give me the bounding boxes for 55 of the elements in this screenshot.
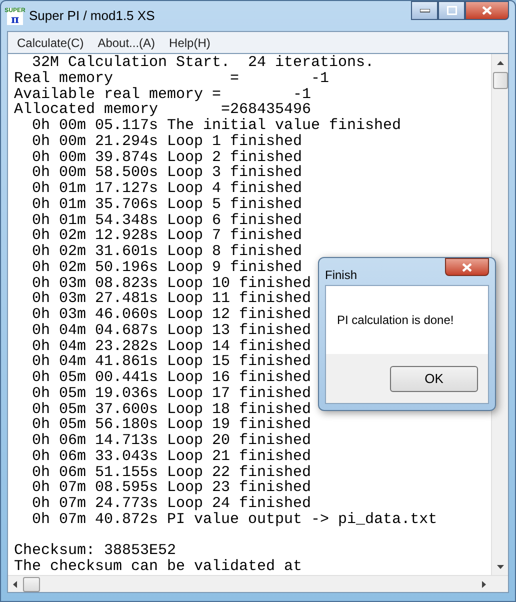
log-line: 32M Calculation Start. 24 iterations. (31, 55, 374, 71)
log-line: 0h 03m 08.823s Loop 10 finished (31, 276, 312, 292)
log-line: 0h 03m 46.060s Loop 12 finished (31, 307, 312, 323)
log-line: 0h 01m 17.127s Loop 4 finished (31, 181, 302, 197)
log-line: Checksum: 38853E52 (14, 543, 176, 559)
log-line: Real memory = -1 (14, 70, 330, 86)
log-line: 0h 04m 04.687s Loop 13 finished (31, 322, 312, 338)
menu-item[interactable]: Calculate(C) (17, 34, 84, 52)
scroll-right-icon[interactable] (482, 580, 486, 588)
dialog-message: PI calculation is done! (337, 312, 454, 329)
log-line: 0h 07m 08.595s Loop 23 finished (31, 480, 312, 496)
log-line: 0h 06m 51.155s Loop 22 finished (31, 464, 312, 480)
horizontal-scrollbar[interactable] (8, 575, 508, 592)
minimize-button[interactable] (411, 1, 438, 20)
log-line: 0h 05m 56.180s Loop 19 finished (31, 417, 312, 433)
close-button[interactable] (445, 258, 489, 276)
log-line: The checksum can be validated at (14, 559, 302, 575)
dialog-title: Finish (325, 267, 358, 284)
minimize-icon (420, 8, 430, 12)
log-line: Allocated memory =268435496 (14, 102, 312, 118)
menu-item[interactable]: About...(A) (98, 34, 156, 52)
log-line: 0h 07m 24.773s Loop 24 finished (31, 496, 312, 512)
log-line: 0h 06m 14.713s Loop 20 finished (31, 433, 312, 449)
log-line: 0h 06m 33.043s Loop 21 finished (31, 448, 312, 464)
scroll-thumb[interactable] (492, 72, 508, 89)
log-line: 0h 05m 19.036s Loop 17 finished (31, 386, 312, 402)
log-line: 0h 05m 37.600s Loop 18 finished (31, 402, 312, 418)
scroll-down-icon[interactable] (496, 565, 504, 569)
log-line: 0h 02m 50.196s Loop 9 finished (31, 260, 302, 276)
close-icon (482, 6, 492, 15)
menu-item[interactable]: Help(H) (169, 34, 210, 52)
maximize-icon (446, 6, 456, 15)
log-line: 0h 05m 00.441s Loop 16 finished (31, 370, 312, 386)
log-line: 0h 00m 39.874s Loop 2 finished (31, 150, 302, 166)
log-line: 0h 00m 58.500s Loop 3 finished (31, 165, 302, 181)
log-line: 0h 01m 54.348s Loop 6 finished (31, 212, 302, 228)
log-line: 0h 04m 41.861s Loop 15 finished (31, 354, 312, 370)
window-title: Super PI / mod1.5 XS (29, 7, 155, 26)
log-line: 0h 02m 31.601s Loop 8 finished (31, 244, 302, 260)
log-line: 0h 07m 40.872s PI value output -> pi_data.txt (31, 512, 438, 528)
ok-button[interactable]: OK (390, 366, 478, 392)
log-line: 0h 01m 35.706s Loop 5 finished (31, 196, 302, 212)
scroll-thumb[interactable] (23, 576, 40, 592)
close-icon (462, 262, 472, 272)
close-button[interactable] (465, 1, 509, 20)
log-line: Available real memory = -1 (14, 86, 312, 102)
log-line: 0h 03m 27.481s Loop 11 finished (31, 291, 312, 307)
scroll-left-icon[interactable] (13, 580, 17, 588)
vertical-scrollbar[interactable] (491, 54, 508, 575)
log-line: 0h 00m 21.294s Loop 1 finished (31, 134, 302, 150)
log-line: 0h 00m 05.117s The initial value finished (31, 118, 402, 134)
scroll-up-icon[interactable] (496, 61, 504, 65)
maximize-button[interactable] (438, 1, 465, 20)
log-line: 0h 02m 12.928s Loop 7 finished (31, 228, 302, 244)
log-line: 0h 04m 23.282s Loop 14 finished (31, 338, 312, 354)
